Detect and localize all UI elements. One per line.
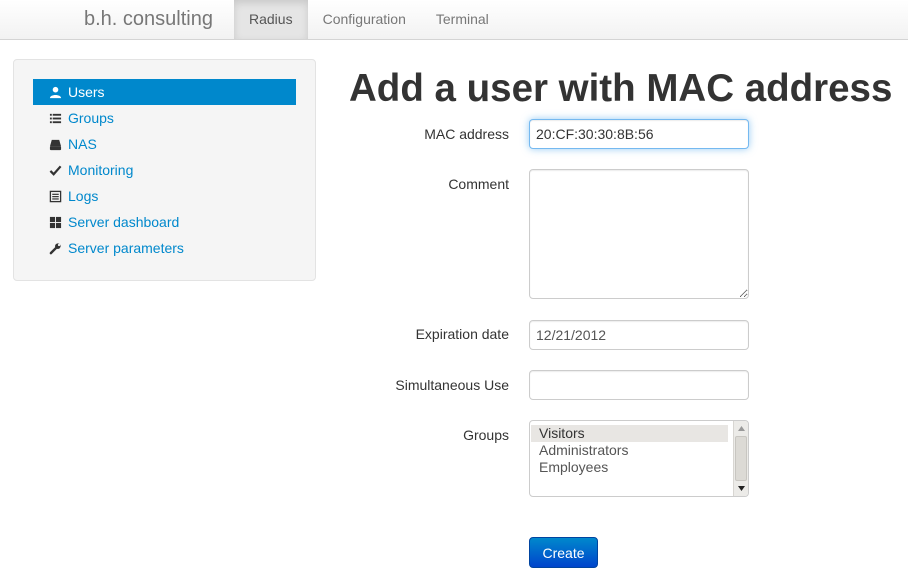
sidebar-item-monitoring[interactable]: Monitoring	[33, 157, 296, 183]
brand-logo[interactable]: b.h. consulting	[84, 0, 213, 39]
top-navbar: b.h. consulting Radius Configuration Ter…	[0, 0, 908, 40]
mac-address-label: MAC address	[424, 126, 509, 142]
page-title: Add a user with MAC address	[349, 67, 893, 110]
tab-configuration[interactable]: Configuration	[308, 0, 421, 39]
scroll-up-arrow-icon[interactable]	[735, 422, 748, 435]
sidebar-item-logs[interactable]: Logs	[33, 183, 296, 209]
sidebar-item-users[interactable]: Users	[33, 79, 296, 105]
nav-tabs: Radius Configuration Terminal	[234, 0, 504, 39]
expiration-date-label: Expiration date	[415, 326, 509, 342]
sidebar-item-label: Monitoring	[68, 162, 134, 178]
groups-multiselect[interactable]: Visitors Administrators Employees	[529, 420, 749, 497]
list-icon	[48, 111, 62, 125]
groups-scrollbar[interactable]	[733, 421, 748, 496]
groups-label: Groups	[463, 427, 509, 443]
sidebar-item-label: Server parameters	[68, 240, 184, 256]
simultaneous-use-label: Simultaneous Use	[395, 377, 509, 393]
check-icon	[48, 163, 62, 177]
scroll-down-arrow-icon[interactable]	[735, 482, 748, 495]
sidebar-item-server-dashboard[interactable]: Server dashboard	[33, 209, 296, 235]
tab-radius[interactable]: Radius	[234, 0, 308, 39]
simultaneous-use-input[interactable]	[529, 370, 749, 400]
comment-textarea[interactable]	[529, 169, 749, 299]
sidebar-item-label: Groups	[68, 110, 114, 126]
list-alt-icon	[48, 189, 62, 203]
expiration-date-input[interactable]	[529, 320, 749, 350]
sidebar-item-server-parameters[interactable]: Server parameters	[33, 235, 296, 261]
group-option-employees[interactable]: Employees	[531, 459, 728, 476]
create-button[interactable]: Create	[529, 537, 598, 568]
sidebar-item-label: Server dashboard	[68, 214, 180, 230]
group-option-administrators[interactable]: Administrators	[531, 442, 728, 459]
sidebar-item-label: Users	[68, 84, 105, 100]
hdd-icon	[48, 137, 62, 151]
user-icon	[48, 85, 62, 99]
tab-terminal[interactable]: Terminal	[421, 0, 504, 39]
sidebar: Users Groups NAS Monitoring Logs Server …	[13, 59, 316, 281]
th-large-icon	[48, 215, 62, 229]
sidebar-item-nas[interactable]: NAS	[33, 131, 296, 157]
sidebar-item-groups[interactable]: Groups	[33, 105, 296, 131]
wrench-icon	[48, 241, 62, 255]
sidebar-item-label: Logs	[68, 188, 99, 204]
group-option-visitors[interactable]: Visitors	[531, 425, 728, 442]
scroll-thumb[interactable]	[735, 436, 747, 481]
mac-address-input[interactable]	[529, 119, 749, 149]
sidebar-item-label: NAS	[68, 136, 97, 152]
comment-label: Comment	[448, 176, 509, 192]
